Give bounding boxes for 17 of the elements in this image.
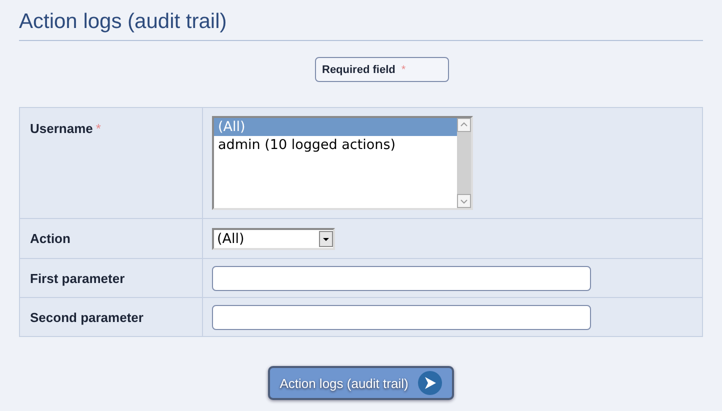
scroll-down-icon[interactable] bbox=[457, 194, 471, 208]
required-mark: * bbox=[401, 64, 406, 76]
arrow-right-icon bbox=[418, 371, 442, 395]
field-label: Username bbox=[30, 121, 93, 136]
field-label: Action bbox=[30, 231, 70, 246]
text-input-field[interactable] bbox=[212, 266, 591, 290]
required-mark: * bbox=[96, 121, 101, 136]
scroll-up-icon[interactable] bbox=[457, 118, 471, 132]
page-title: Action logs (audit trail) bbox=[19, 10, 703, 41]
legend-label: Required field bbox=[322, 64, 396, 76]
list-option[interactable]: admin (10 logged actions) bbox=[214, 136, 457, 154]
field-label: Second parameter bbox=[30, 310, 144, 324]
field-label: First parameter bbox=[30, 270, 125, 286]
scrollbar[interactable] bbox=[457, 118, 471, 208]
action-dropdown[interactable]: (All) bbox=[212, 228, 335, 250]
text-input-field[interactable] bbox=[212, 304, 591, 330]
username-listbox[interactable]: (All) admin (10 logged actions) bbox=[212, 116, 473, 210]
